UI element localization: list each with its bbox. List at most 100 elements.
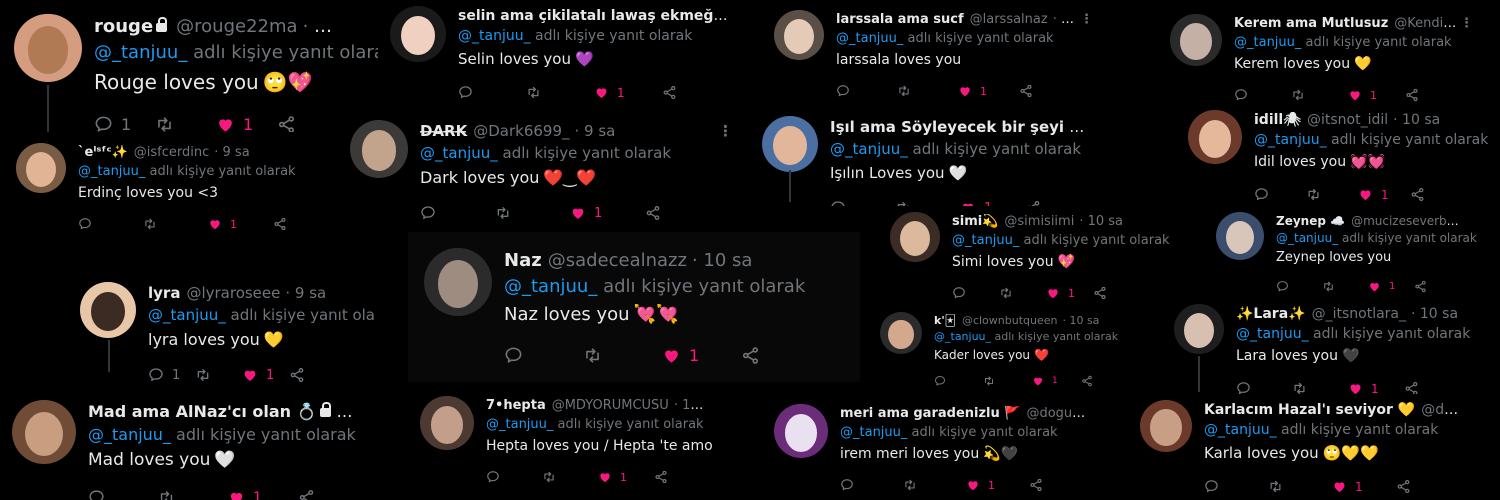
user-handle[interactable]: @isfcerdinc [134,145,209,160]
reply-button[interactable] [836,84,897,98]
tweet-card[interactable]: selin ama çikilatalı lawaş ekmeği...sa @_… [378,0,770,106]
like-button[interactable]: 1 [1032,375,1081,387]
reply-mention[interactable]: @_tanjuu_ [148,306,226,324]
user-handle[interactable]: @clownbutqueen [962,314,1058,327]
display-name[interactable]: lyra [148,284,180,302]
user-handle[interactable]: @larssalnaz [970,12,1048,27]
share-button[interactable] [298,489,368,500]
share-button[interactable] [277,115,338,132]
user-handle[interactable]: @_itsnotlara_ [1312,306,1406,322]
user-handle[interactable]: @rouge22ma [176,16,297,37]
reply-mention[interactable]: @_tanjuu_ [88,425,171,444]
display-name[interactable]: rouge [94,16,153,37]
tweet-card[interactable]: Zeynep ☁️@mucizeseverbiri· 1 sa@_tanjuu_… [1200,202,1500,298]
tweet-card[interactable]: lyra @lyraroseee · 9 sa @_tanjuu_ adlı kişi… [66,268,376,388]
share-button[interactable] [1029,478,1092,492]
share-button[interactable] [289,367,336,383]
share-button[interactable] [1414,280,1460,293]
timestamp[interactable]: · 10 sa [674,398,710,413]
timestamp[interactable]: · 9 sa [214,145,249,160]
reply-mention[interactable]: @_tanjuu_ [934,330,991,343]
display-name[interactable]: `eᴵˢᶠᶜ✨ [78,145,128,160]
reply-button[interactable] [504,346,583,365]
reply-button[interactable] [88,489,158,500]
timestamp[interactable]: · 10 sa [1079,214,1123,229]
retweet-button[interactable] [495,205,570,221]
share-button[interactable] [1396,479,1460,494]
like-button[interactable]: 1 [594,85,662,100]
avatar[interactable] [880,312,922,354]
tweet-card[interactable]: 7•hepta @MDYORUMCUSU · 10 sa @_tanjuu_ adlı… [408,382,750,500]
avatar[interactable] [390,6,446,62]
avatar[interactable] [1216,212,1264,260]
like-button[interactable]: 1 [966,478,1029,492]
retweet-button[interactable] [1268,479,1332,494]
more-icon[interactable]: ⋮ [1460,16,1474,31]
tweet-card[interactable]: Işıl ama Söyleyecek bir şeyi yok@...· 9 … [760,104,1130,206]
retweet-button[interactable] [999,286,1046,300]
retweet-button[interactable] [1322,280,1368,293]
avatar[interactable] [16,143,66,193]
display-name[interactable]: 7•hepta [486,398,546,413]
retweet-button[interactable] [155,115,216,132]
avatar[interactable] [14,14,82,82]
tweet-card[interactable]: Karlacım Hazal'ı seviyor 💛@del...· 11 sa… [1130,394,1500,500]
avatar[interactable] [774,404,828,458]
like-button[interactable]: 1 [662,346,741,365]
retweet-button[interactable] [903,478,966,492]
display-name[interactable]: D̶A̶R̶K̶ [420,122,467,140]
reply-mention[interactable]: @_tanjuu_ [1254,132,1327,148]
user-handle[interactable]: @lyraroseee [186,284,280,302]
avatar[interactable] [1188,110,1242,164]
timestamp[interactable]: · 10 sa [1062,314,1099,327]
avatar[interactable] [80,282,136,338]
avatar[interactable] [1170,14,1222,66]
avatar[interactable] [1174,304,1224,354]
reply-button[interactable] [78,217,143,231]
display-name[interactable]: selin ama çikilatalı lawaş ekmeği... [458,8,730,24]
display-name[interactable]: Naz [504,250,542,271]
user-handle[interactable]: @mucizeseverbiri [1351,214,1458,228]
like-button[interactable]: 1 [598,470,654,484]
retweet-button[interactable] [195,367,242,383]
avatar[interactable] [774,10,824,60]
reply-mention[interactable]: @_tanjuu_ [836,31,903,46]
like-button[interactable]: 1 [1332,479,1396,494]
reply-mention[interactable]: @_tanjuu_ [78,164,145,179]
share-button[interactable] [1093,286,1140,300]
display-name[interactable]: meri ama garadenizlu 🚩 [840,406,1020,421]
tweet-card[interactable]: D̶A̶R̶K̶ @Dark6699_ · 9 sa ⋮ @_tanjuu_ adlı … [348,106,760,232]
share-button[interactable] [1405,88,1462,102]
user-handle[interactable]: @Dark6699_ [473,122,569,140]
retweet-button[interactable] [143,217,208,231]
avatar[interactable] [890,212,940,262]
reply-mention[interactable]: @_tanjuu_ [1204,422,1277,438]
share-button[interactable] [1410,187,1462,202]
reply-mention[interactable]: @_tanjuu_ [1234,35,1301,50]
reply-mention[interactable]: @_tanjuu_ [1236,326,1309,342]
display-name[interactable]: Zeynep ☁️ [1276,214,1345,228]
reply-button[interactable] [420,205,495,221]
share-button[interactable] [654,470,710,484]
display-name[interactable]: Işıl ama Söyleyecek bir şeyi yok [830,118,1090,136]
like-button[interactable]: 1 [1348,88,1405,102]
timestamp[interactable]: · 10 sa [692,250,752,271]
retweet-button[interactable] [983,375,1032,387]
retweet-button[interactable] [542,470,598,484]
retweet-button[interactable] [526,85,594,100]
share-button[interactable] [741,346,820,365]
tweet-card[interactable]: ✨Lara✨ @_itsnotlara_ · 10 sa @_tanjuu_ adlı… [1170,298,1500,394]
like-button[interactable]: 1 [1358,187,1410,202]
display-name[interactable]: Kerem ama Mutlusuz [1234,16,1388,31]
reply-button[interactable] [952,286,999,300]
reply-button[interactable] [840,478,903,492]
timestamp[interactable]: · 1 sa [1053,12,1080,27]
like-button[interactable]: 1 [208,217,273,231]
reply-mention[interactable]: @_tanjuu_ [830,140,908,158]
share-button[interactable] [1081,375,1130,387]
retweet-button[interactable] [1306,187,1358,202]
like-button[interactable]: 1 [570,205,645,221]
timestamp[interactable]: · 9 sa [285,284,326,302]
avatar[interactable] [12,400,76,464]
reply-mention[interactable]: @_tanjuu_ [1276,231,1338,245]
